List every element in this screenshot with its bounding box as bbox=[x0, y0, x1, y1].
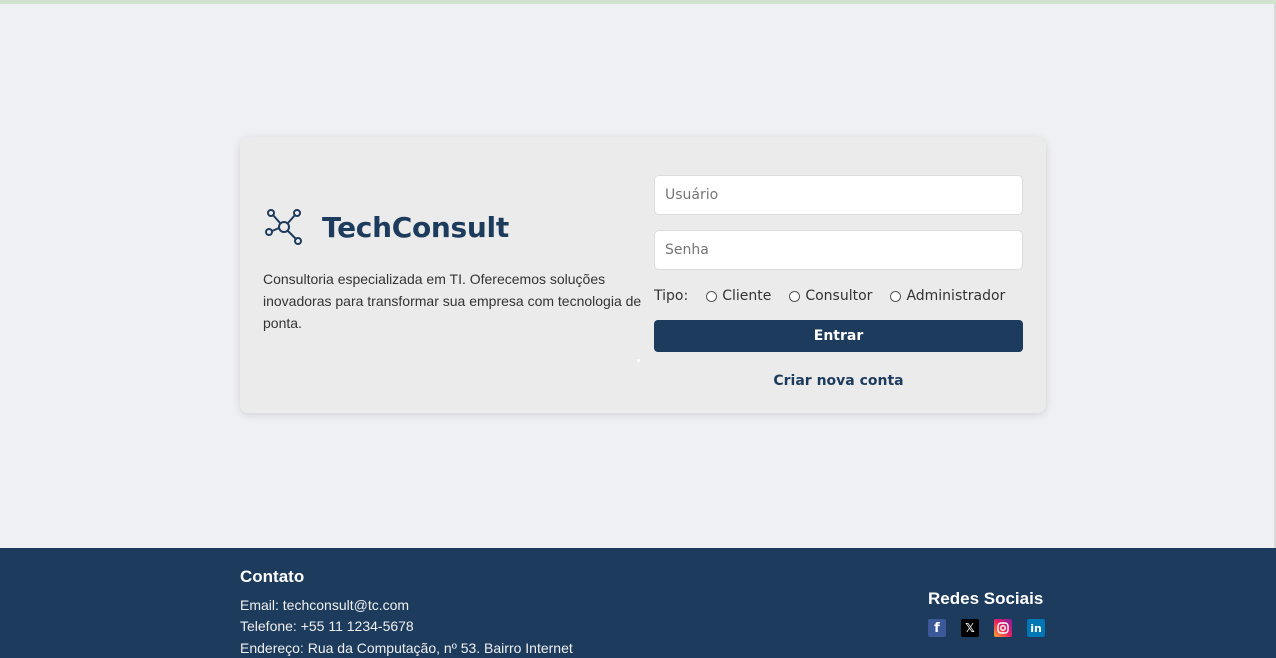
account-type-group: Tipo: Cliente Consultor Administrador bbox=[654, 287, 1023, 305]
cursor-artifact bbox=[637, 359, 640, 362]
radio-administrador-label: Administrador bbox=[906, 288, 1006, 304]
brand-description: Consultoria especializada em TI. Oferece… bbox=[263, 271, 642, 331]
contact-email: Email: techconsult@tc.com bbox=[240, 597, 410, 613]
radio-cliente-label: Cliente bbox=[722, 288, 772, 304]
radio-circle-icon[interactable] bbox=[789, 290, 801, 302]
x-icon[interactable]: 𝕏 bbox=[961, 619, 979, 637]
footer: Contato Email: techconsult@tc.com Telefo… bbox=[0, 548, 1276, 658]
linkedin-icon[interactable]: in bbox=[1027, 619, 1045, 637]
account-type-label: Tipo: bbox=[654, 288, 689, 304]
radio-consultor[interactable]: Consultor bbox=[789, 288, 872, 304]
radio-circle-icon[interactable] bbox=[706, 290, 718, 302]
top-strip bbox=[0, 0, 1276, 4]
social-title: Redes Sociais bbox=[928, 589, 1044, 608]
login-card: TechConsult Consultoria especializada em… bbox=[240, 137, 1046, 413]
contact-title: Contato bbox=[240, 567, 305, 586]
brand-title: TechConsult bbox=[322, 210, 509, 244]
radio-circle-icon[interactable] bbox=[890, 290, 902, 302]
social-icons: f 𝕏 in bbox=[928, 619, 1060, 637]
radio-administrador[interactable]: Administrador bbox=[890, 288, 1005, 304]
contact-address: Endereço: Rua da Computação, nº 53. Bair… bbox=[240, 640, 573, 656]
login-button[interactable]: Entrar bbox=[654, 320, 1023, 352]
facebook-icon[interactable]: f bbox=[928, 619, 946, 637]
network-nodes-icon bbox=[265, 209, 302, 245]
username-input[interactable] bbox=[654, 175, 1023, 215]
instagram-icon[interactable] bbox=[994, 619, 1012, 637]
create-account-link[interactable]: Criar nova conta bbox=[654, 373, 1023, 389]
radio-consultor-label: Consultor bbox=[805, 288, 873, 304]
contact-phone: Telefone: +55 11 1234-5678 bbox=[240, 618, 414, 634]
password-input[interactable] bbox=[654, 230, 1023, 270]
brand: TechConsult bbox=[264, 207, 509, 247]
radio-cliente[interactable]: Cliente bbox=[706, 288, 771, 304]
